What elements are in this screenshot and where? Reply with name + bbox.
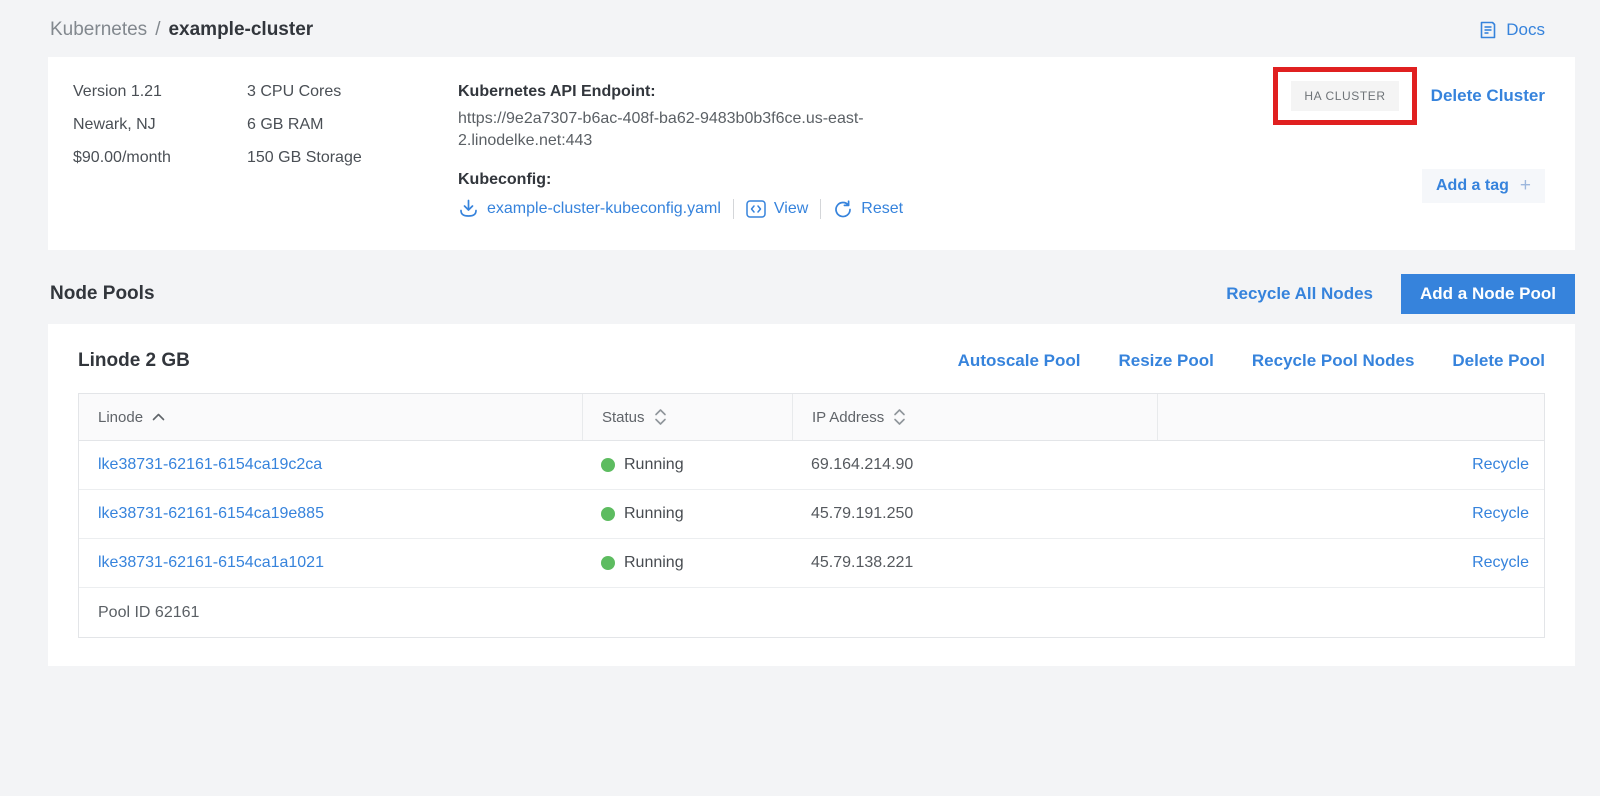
node-link[interactable]: lke38731-62161-6154ca19e885 <box>98 505 324 522</box>
status-label: Running <box>624 554 684 572</box>
spec-ram: 6 GB RAM <box>247 116 458 134</box>
docs-icon <box>1478 20 1498 40</box>
docs-label: Docs <box>1506 20 1545 40</box>
plus-icon: + <box>1520 179 1531 193</box>
pool-header: Linode 2 GB Autoscale Pool Resize Pool R… <box>78 350 1545 372</box>
code-brackets-icon <box>746 200 766 218</box>
node-pool-card: Linode 2 GB Autoscale Pool Resize Pool R… <box>48 324 1575 666</box>
resize-pool-button[interactable]: Resize Pool <box>1118 351 1213 371</box>
status-label: Running <box>624 456 684 474</box>
docs-link[interactable]: Docs <box>1478 20 1545 40</box>
breadcrumb-kubernetes-link[interactable]: Kubernetes <box>50 19 147 41</box>
ha-cluster-badge: HA CLUSTER <box>1291 81 1398 111</box>
node-link[interactable]: lke38731-62161-6154ca19c2ca <box>98 456 322 473</box>
download-icon <box>458 198 479 219</box>
nodes-table: Linode Status IP Address <box>78 393 1545 638</box>
api-endpoint-url: https://9e2a7307-b6ac-408f-ba62-9483b0b3… <box>458 108 903 152</box>
add-node-pool-button[interactable]: Add a Node Pool <box>1401 274 1575 314</box>
table-row: lke38731-62161-6154ca19c2ca Running 69.1… <box>79 441 1544 490</box>
ha-cluster-highlight-box: HA CLUSTER <box>1273 67 1416 125</box>
kubeconfig-view-button[interactable]: View <box>746 200 808 218</box>
status-dot-running <box>601 458 615 472</box>
kubeconfig-download-link[interactable]: example-cluster-kubeconfig.yaml <box>458 198 721 219</box>
status-column-label: Status <box>602 409 645 426</box>
pool-actions: Autoscale Pool Resize Pool Recycle Pool … <box>958 351 1545 371</box>
nodes-table-header: Linode Status IP Address <box>79 394 1544 441</box>
api-endpoint-block: Kubernetes API Endpoint: https://9e2a730… <box>458 83 910 224</box>
pool-id-footer: Pool ID 62161 <box>79 588 1544 637</box>
node-ip: 69.164.214.90 <box>792 456 1157 474</box>
breadcrumb-current-cluster: example-cluster <box>168 19 313 41</box>
cluster-specs: Version 1.21 Newark, NJ $90.00/month 3 C… <box>73 83 458 224</box>
node-link[interactable]: lke38731-62161-6154ca1a1021 <box>98 554 324 571</box>
status-dot-running <box>601 507 615 521</box>
column-header-status[interactable]: Status <box>582 394 792 440</box>
api-endpoint-label: Kubernetes API Endpoint: <box>458 83 910 101</box>
recycle-all-nodes-button[interactable]: Recycle All Nodes <box>1226 284 1373 304</box>
spec-version: Version 1.21 <box>73 83 247 101</box>
status-label: Running <box>624 505 684 523</box>
pool-name: Linode 2 GB <box>78 350 958 372</box>
node-pools-header: Node Pools Recycle All Nodes Add a Node … <box>50 274 1575 314</box>
spec-price: $90.00/month <box>73 149 247 167</box>
kubeconfig-actions: example-cluster-kubeconfig.yaml View <box>458 198 910 219</box>
spec-region: Newark, NJ <box>73 116 247 134</box>
column-header-actions <box>1157 394 1544 440</box>
breadcrumb: Kubernetes / example-cluster <box>50 19 313 41</box>
delete-pool-button[interactable]: Delete Pool <box>1452 351 1545 371</box>
node-ip: 45.79.191.250 <box>792 505 1157 523</box>
topbar: Kubernetes / example-cluster Docs <box>0 0 1600 57</box>
view-label: View <box>774 200 808 218</box>
chevron-up-down-icon <box>654 408 667 426</box>
recycle-node-button[interactable]: Recycle <box>1472 505 1529 522</box>
divider <box>733 199 734 219</box>
kubeconfig-filename: example-cluster-kubeconfig.yaml <box>487 200 721 218</box>
column-header-ip-address[interactable]: IP Address <box>792 394 1157 440</box>
column-header-linode[interactable]: Linode <box>79 394 582 440</box>
reset-label: Reset <box>861 200 903 218</box>
delete-cluster-button[interactable]: Delete Cluster <box>1431 86 1545 106</box>
refresh-icon <box>833 199 853 219</box>
recycle-node-button[interactable]: Recycle <box>1472 456 1529 473</box>
add-tag-button[interactable]: Add a tag + <box>1422 169 1545 203</box>
linode-column-label: Linode <box>98 409 143 426</box>
spec-storage: 150 GB Storage <box>247 149 458 167</box>
status-dot-running <box>601 556 615 570</box>
autoscale-pool-button[interactable]: Autoscale Pool <box>958 351 1081 371</box>
recycle-node-button[interactable]: Recycle <box>1472 554 1529 571</box>
add-tag-label: Add a tag <box>1436 177 1509 195</box>
chevron-up-icon <box>152 413 165 421</box>
ip-address-column-label: IP Address <box>812 409 884 426</box>
spec-cpu: 3 CPU Cores <box>247 83 458 101</box>
node-ip: 45.79.138.221 <box>792 554 1157 572</box>
kubeconfig-label: Kubeconfig: <box>458 171 910 189</box>
cluster-summary-card: Version 1.21 Newark, NJ $90.00/month 3 C… <box>48 57 1575 250</box>
breadcrumb-separator: / <box>155 19 160 41</box>
kubeconfig-reset-button[interactable]: Reset <box>833 199 903 219</box>
recycle-pool-nodes-button[interactable]: Recycle Pool Nodes <box>1252 351 1415 371</box>
table-row: lke38731-62161-6154ca19e885 Running 45.7… <box>79 490 1544 539</box>
node-pools-title: Node Pools <box>50 283 1226 305</box>
chevron-up-down-icon <box>893 408 906 426</box>
table-row: lke38731-62161-6154ca1a1021 Running 45.7… <box>79 539 1544 588</box>
summary-right-column: HA CLUSTER Delete Cluster Add a tag + <box>1273 83 1545 224</box>
divider <box>820 199 821 219</box>
